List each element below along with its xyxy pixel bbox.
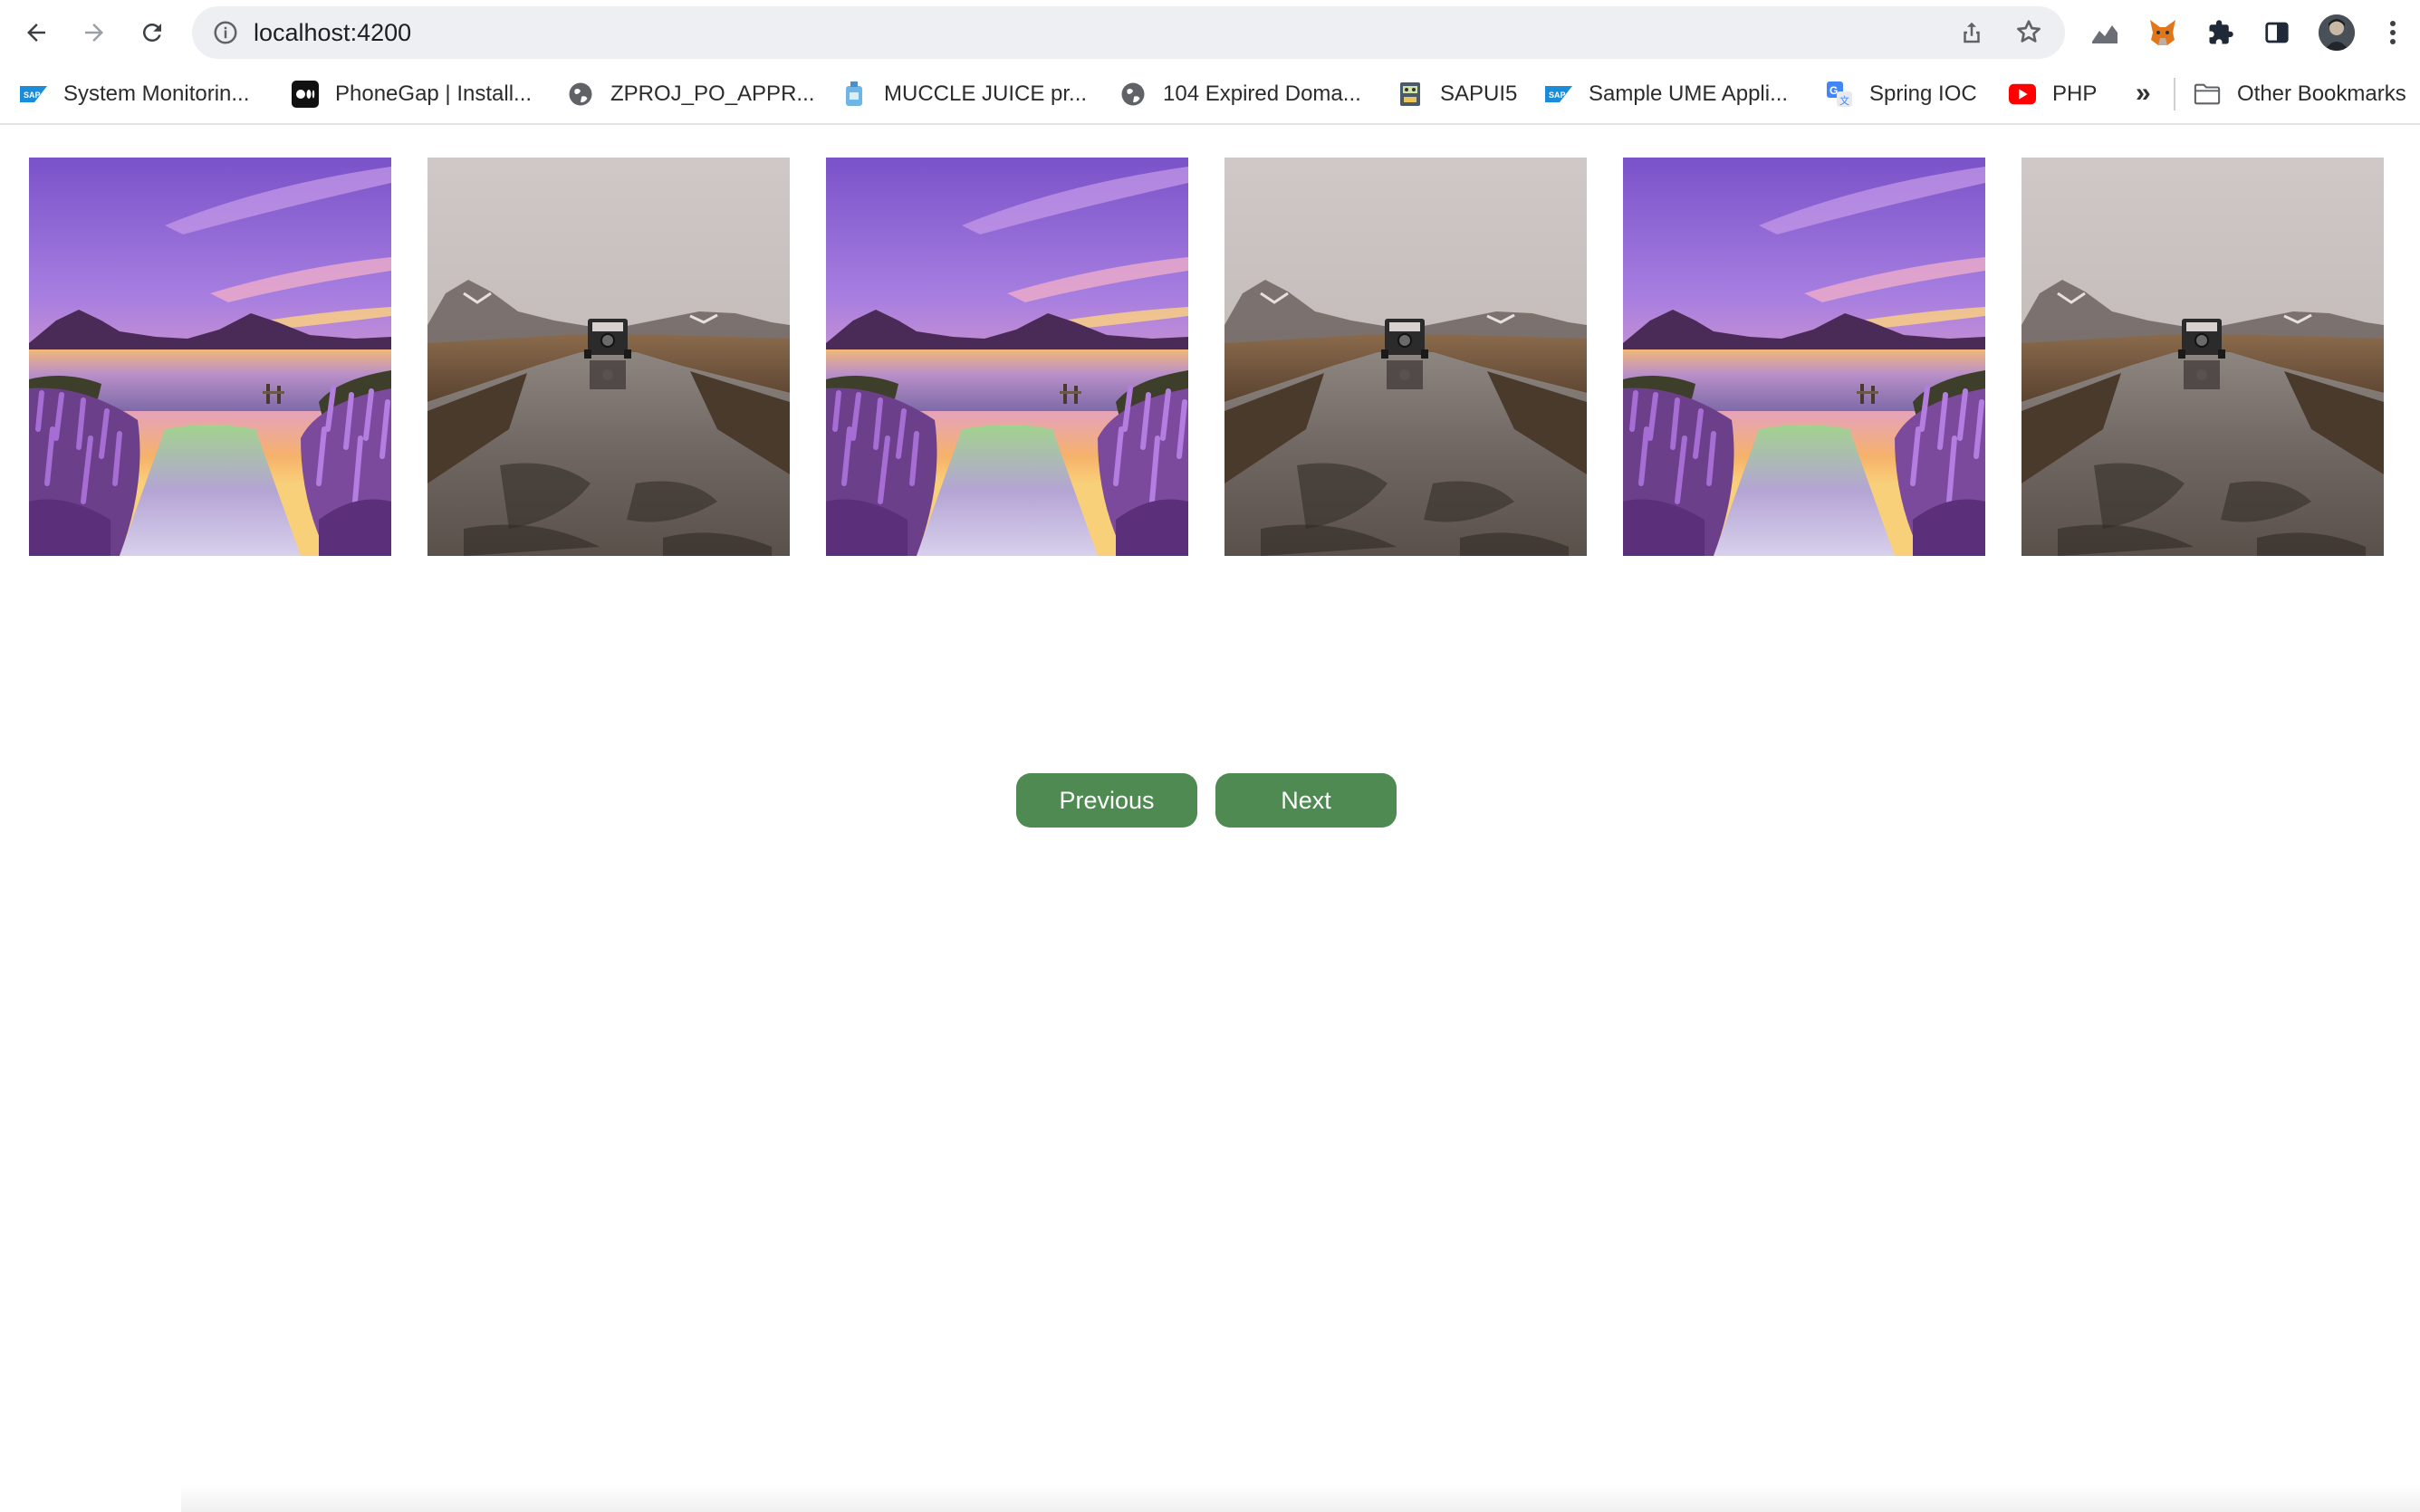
extensions-puzzle-icon[interactable] bbox=[2204, 16, 2237, 49]
arrow-right-icon bbox=[85, 24, 103, 42]
extension-chart-icon[interactable] bbox=[2089, 16, 2121, 49]
youtube-icon bbox=[2009, 81, 2036, 108]
bookmark-item[interactable]: PhoneGap | Install... bbox=[292, 65, 532, 123]
bookmarks-divider bbox=[2174, 78, 2175, 110]
svg-text:文: 文 bbox=[1839, 94, 1849, 107]
metamask-fox-icon[interactable] bbox=[2146, 16, 2179, 49]
previous-button[interactable]: Previous bbox=[1016, 773, 1197, 828]
next-button[interactable]: Next bbox=[1215, 773, 1397, 828]
bookmarks-overflow-button[interactable]: » bbox=[2136, 65, 2151, 123]
medium-icon bbox=[292, 81, 319, 108]
bookmark-item[interactable]: ZPROJ_PO_APPR... bbox=[567, 65, 814, 123]
browser-menu-button[interactable] bbox=[2382, 16, 2404, 49]
sap-icon: SAP bbox=[1545, 81, 1572, 108]
page-bottom-shadow bbox=[181, 1485, 2420, 1512]
gallery-image[interactable] bbox=[427, 158, 790, 556]
bookmark-item[interactable]: MUCCLE JUICE pr... bbox=[840, 65, 1087, 123]
share-icon[interactable] bbox=[1958, 19, 1985, 46]
reload-button[interactable] bbox=[132, 13, 172, 53]
other-bookmarks-folder[interactable]: Other Bookmarks bbox=[2194, 65, 2406, 123]
gallery-image[interactable] bbox=[1623, 158, 1985, 556]
browser-toolbar: localhost:4200 bbox=[0, 0, 2420, 65]
url-text[interactable]: localhost:4200 bbox=[254, 6, 411, 59]
globe-icon bbox=[1119, 81, 1147, 108]
side-panel-icon[interactable] bbox=[2261, 16, 2293, 49]
bookmark-item[interactable]: G文 Spring IOC bbox=[1826, 65, 1977, 123]
bookmark-item[interactable]: SAPUI5 bbox=[1397, 65, 1517, 123]
pagination-controls: Previous Next bbox=[0, 773, 2420, 828]
translate-icon: G文 bbox=[1826, 81, 1853, 108]
site-info-icon[interactable] bbox=[212, 19, 239, 46]
reload-icon bbox=[142, 23, 161, 42]
gallery-image[interactable] bbox=[29, 158, 391, 556]
sap-icon: SAP bbox=[20, 81, 47, 108]
globe-icon bbox=[567, 81, 594, 108]
more-vertical-icon bbox=[2390, 21, 2396, 44]
bookmarks-bar: SAP System Monitorin... PhoneGap | Insta… bbox=[0, 65, 2420, 125]
address-bar[interactable]: localhost:4200 bbox=[192, 6, 2065, 59]
bookmark-star-icon[interactable] bbox=[2014, 17, 2043, 46]
bookmark-item[interactable]: 104 Expired Doma... bbox=[1119, 65, 1361, 123]
svg-text:SAP: SAP bbox=[1549, 91, 1566, 100]
bottle-icon bbox=[840, 81, 868, 108]
bookmark-item[interactable]: SAP Sample UME Appli... bbox=[1545, 65, 1788, 123]
gallery-image[interactable] bbox=[1224, 158, 1587, 556]
bookmark-item[interactable]: SAP System Monitorin... bbox=[20, 65, 249, 123]
image-gallery bbox=[29, 158, 2384, 556]
robot-icon bbox=[1397, 81, 1424, 108]
back-button[interactable] bbox=[16, 13, 56, 53]
gallery-image[interactable] bbox=[826, 158, 1188, 556]
bookmark-item[interactable]: PHP bbox=[2009, 65, 2097, 123]
folder-icon bbox=[2194, 81, 2221, 108]
forward-button[interactable] bbox=[74, 13, 114, 53]
svg-text:SAP: SAP bbox=[24, 91, 41, 100]
arrow-left-icon bbox=[27, 24, 45, 42]
svg-text:G: G bbox=[1829, 84, 1838, 97]
profile-avatar[interactable] bbox=[2319, 14, 2355, 51]
gallery-image[interactable] bbox=[2021, 158, 2384, 556]
